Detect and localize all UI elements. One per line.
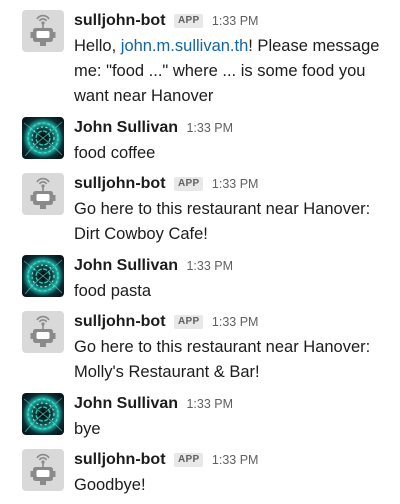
robot-icon[interactable] <box>22 10 64 52</box>
sender-name[interactable]: sulljohn-bot <box>74 313 166 330</box>
message-timestamp[interactable]: 1:33 PM <box>186 397 233 411</box>
sender-name[interactable]: sulljohn-bot <box>74 451 166 468</box>
user-avatar[interactable] <box>22 117 64 159</box>
user-avatar[interactable] <box>22 255 64 297</box>
message-text: food pasta <box>74 282 152 300</box>
sender-name[interactable]: sulljohn-bot <box>74 175 166 192</box>
robot-icon[interactable] <box>22 173 64 215</box>
message-text: Go here to this restaurant near Hanover:… <box>74 338 371 381</box>
robot-icon[interactable] <box>22 449 64 491</box>
user-avatar[interactable] <box>22 393 64 435</box>
message-timestamp[interactable]: 1:33 PM <box>186 259 233 273</box>
message-text: food coffee <box>74 144 156 162</box>
message-text: Hello, john.m.sullivan.th! Please messag… <box>74 34 394 109</box>
user-mention-link[interactable]: john.m.sullivan.th <box>121 37 248 55</box>
message-header: sulljohn-bot APP 1:33 PM <box>74 10 394 32</box>
app-badge: APP <box>173 453 204 467</box>
message-header: sulljohn-bot APP 1:33 PM <box>74 173 394 195</box>
robot-icon[interactable] <box>22 311 64 353</box>
message-header: sulljohn-bot APP 1:33 PM <box>74 449 394 471</box>
message-timestamp[interactable]: 1:33 PM <box>212 177 259 191</box>
sender-name[interactable]: John Sullivan <box>74 395 178 412</box>
message-text: bye <box>74 420 101 438</box>
sender-name[interactable]: sulljohn-bot <box>74 12 166 29</box>
message-text: Go here to this restaurant near Hanover:… <box>74 200 371 243</box>
message-header: John Sullivan 1:33 PM <box>74 117 394 139</box>
app-badge: APP <box>173 14 204 28</box>
sender-name[interactable]: John Sullivan <box>74 119 178 136</box>
message-timestamp[interactable]: 1:33 PM <box>212 14 259 28</box>
message-header: John Sullivan 1:33 PM <box>74 255 394 277</box>
message-feed: sulljohn-bot APP 1:33 PM Hello, john.m.s… <box>0 0 400 504</box>
message-header: sulljohn-bot APP 1:33 PM <box>74 311 394 333</box>
app-badge: APP <box>173 315 204 329</box>
message-timestamp[interactable]: 1:33 PM <box>212 315 259 329</box>
message-timestamp[interactable]: 1:33 PM <box>186 121 233 135</box>
app-badge: APP <box>173 177 204 191</box>
sender-name[interactable]: John Sullivan <box>74 257 178 274</box>
message-timestamp[interactable]: 1:33 PM <box>212 453 259 467</box>
message-text: Goodbye! <box>74 476 146 494</box>
message-header: John Sullivan 1:33 PM <box>74 393 394 415</box>
message-text-part: Hello, <box>74 37 121 55</box>
